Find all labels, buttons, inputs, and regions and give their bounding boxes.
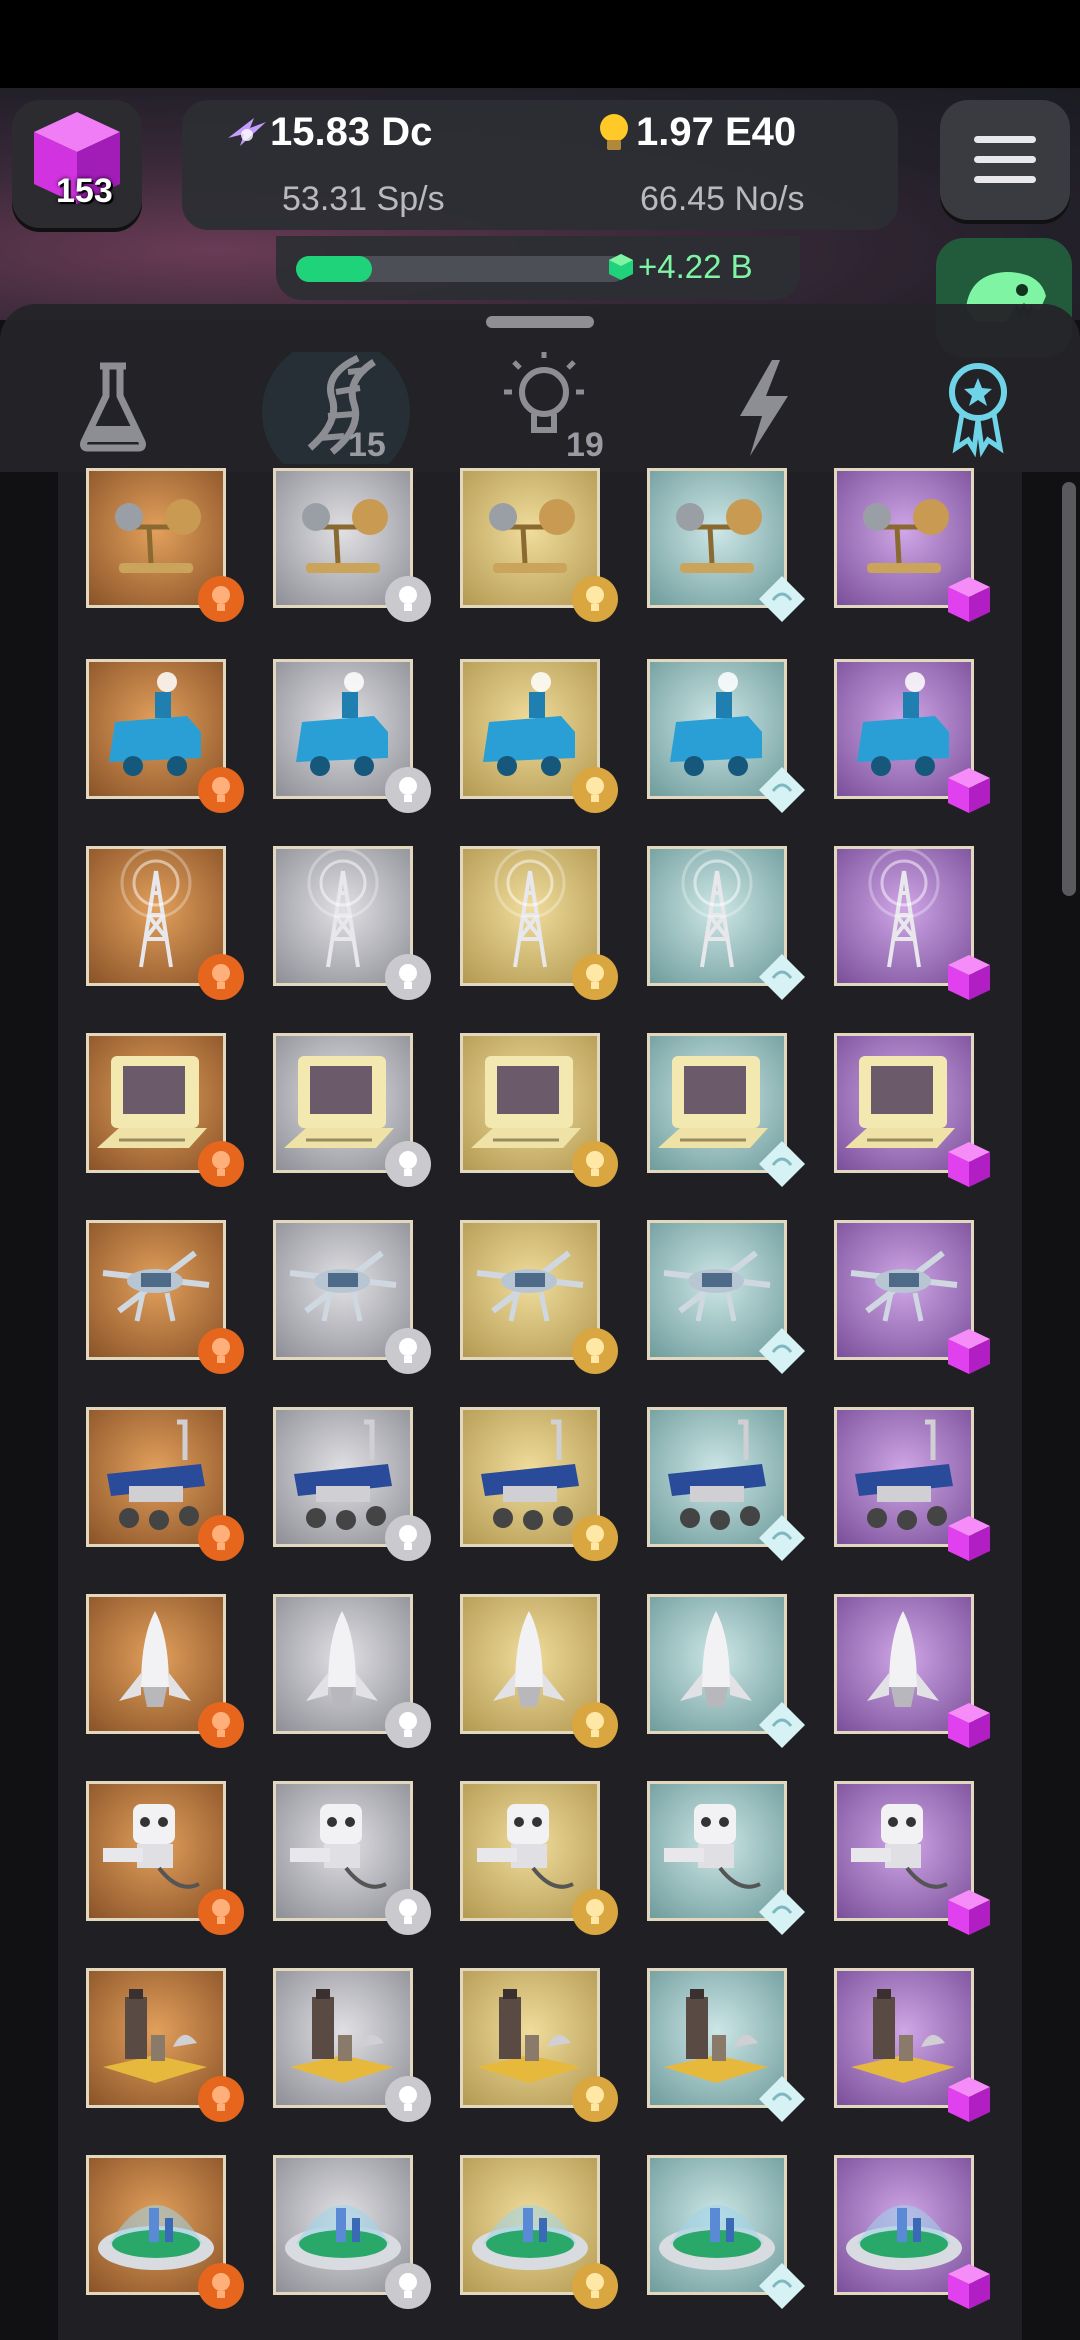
pink-cube-badge-icon (948, 1329, 990, 1374)
progress-bar (296, 256, 626, 282)
tab-ideas[interactable]: 19 (478, 352, 628, 464)
tab-lab[interactable] (48, 352, 178, 464)
bronze-bulb-badge-icon (198, 1515, 244, 1561)
silver-bulb-badge-icon (385, 1328, 431, 1374)
diamond-badge-icon (759, 2076, 805, 2122)
resource2-rate: 66.45 No/s (640, 180, 805, 218)
bronze-bulb-badge-icon (198, 1702, 244, 1748)
silver-bulb-badge-icon (385, 1141, 431, 1187)
silver-bulb-badge-icon (385, 576, 431, 622)
bronze-bulb-badge-icon (198, 576, 244, 622)
gold-bulb-badge-icon (572, 2263, 618, 2309)
gold-bulb-badge-icon (572, 1328, 618, 1374)
scrollbar[interactable] (1062, 482, 1076, 896)
resource1-rate: 53.31 Sp/s (282, 180, 445, 218)
bronze-bulb-badge-icon (198, 767, 244, 813)
diamond-badge-icon (759, 954, 805, 1000)
resource2-value: 1.97 E40 (636, 110, 797, 154)
gold-bulb-badge-icon (572, 1141, 618, 1187)
bronze-bulb-badge-icon (198, 2076, 244, 2122)
gold-bulb-badge-icon (572, 1515, 618, 1561)
green-cube-icon (609, 254, 633, 280)
flask-icon (80, 362, 146, 452)
lightbulb-outline-icon (504, 352, 584, 433)
diamond-badge-icon (759, 1141, 805, 1187)
resource1-value: 15.83 Dc (270, 110, 433, 154)
science-bolt-icon (228, 118, 266, 146)
hamburger-line (974, 156, 1036, 163)
bronze-bulb-badge-icon (198, 954, 244, 1000)
lightning-icon (740, 360, 788, 456)
diamond-badge-icon (759, 1702, 805, 1748)
diamond-badge-icon (759, 2263, 805, 2309)
pink-cube-badge-icon (948, 1142, 990, 1187)
diamond-badge-icon (759, 1515, 805, 1561)
menu-button[interactable] (940, 100, 1070, 220)
diamond-badge-icon (759, 1889, 805, 1935)
progress-fill (296, 256, 372, 282)
diamond-badge-icon (759, 576, 805, 622)
gold-bulb-badge-icon (572, 2076, 618, 2122)
silver-bulb-badge-icon (385, 2076, 431, 2122)
diamond-badge-icon (759, 767, 805, 813)
bronze-bulb-badge-icon (198, 1328, 244, 1374)
bronze-bulb-badge-icon (198, 2263, 244, 2309)
silver-bulb-badge-icon (385, 767, 431, 813)
gold-bulb-badge-icon (572, 1702, 618, 1748)
silver-bulb-badge-icon (385, 2263, 431, 2309)
pink-cube-badge-icon (948, 955, 990, 1000)
award-ribbon-icon (949, 363, 1007, 458)
pink-cube-badge-icon (948, 2077, 990, 2122)
gold-bulb-badge-icon (572, 767, 618, 813)
status-bar (0, 0, 1080, 88)
dna-icon (262, 338, 410, 486)
gold-bulb-badge-icon (572, 954, 618, 1000)
hamburger-line (974, 136, 1036, 143)
progress-label: +4.22 B (638, 248, 753, 285)
tab-dna[interactable]: 15 (262, 338, 422, 486)
tab-power[interactable] (700, 352, 830, 464)
cube-count: 153 (56, 172, 113, 210)
pink-cube-badge-icon (948, 2264, 990, 2309)
tab-awards[interactable] (914, 352, 1044, 464)
silver-bulb-badge-icon (385, 1702, 431, 1748)
pink-cube-badge-icon (948, 577, 990, 622)
pink-cube-badge-icon (948, 768, 990, 813)
silver-bulb-badge-icon (385, 954, 431, 1000)
pink-cube-badge-icon (948, 1890, 990, 1935)
ideas-badge-count: 19 (566, 426, 604, 464)
gold-bulb-badge-icon (572, 1889, 618, 1935)
hamburger-line (974, 176, 1036, 183)
silver-bulb-badge-icon (385, 1889, 431, 1935)
silver-bulb-badge-icon (385, 1515, 431, 1561)
sheet-drag-handle[interactable] (486, 316, 594, 328)
lightbulb-icon (600, 114, 628, 150)
dna-badge-count: 15 (348, 426, 386, 464)
diamond-badge-icon (759, 1328, 805, 1374)
pink-cube-badge-icon (948, 1703, 990, 1748)
bronze-bulb-badge-icon (198, 1141, 244, 1187)
pink-cube-badge-icon (948, 1516, 990, 1561)
gold-bulb-badge-icon (572, 576, 618, 622)
bronze-bulb-badge-icon (198, 1889, 244, 1935)
